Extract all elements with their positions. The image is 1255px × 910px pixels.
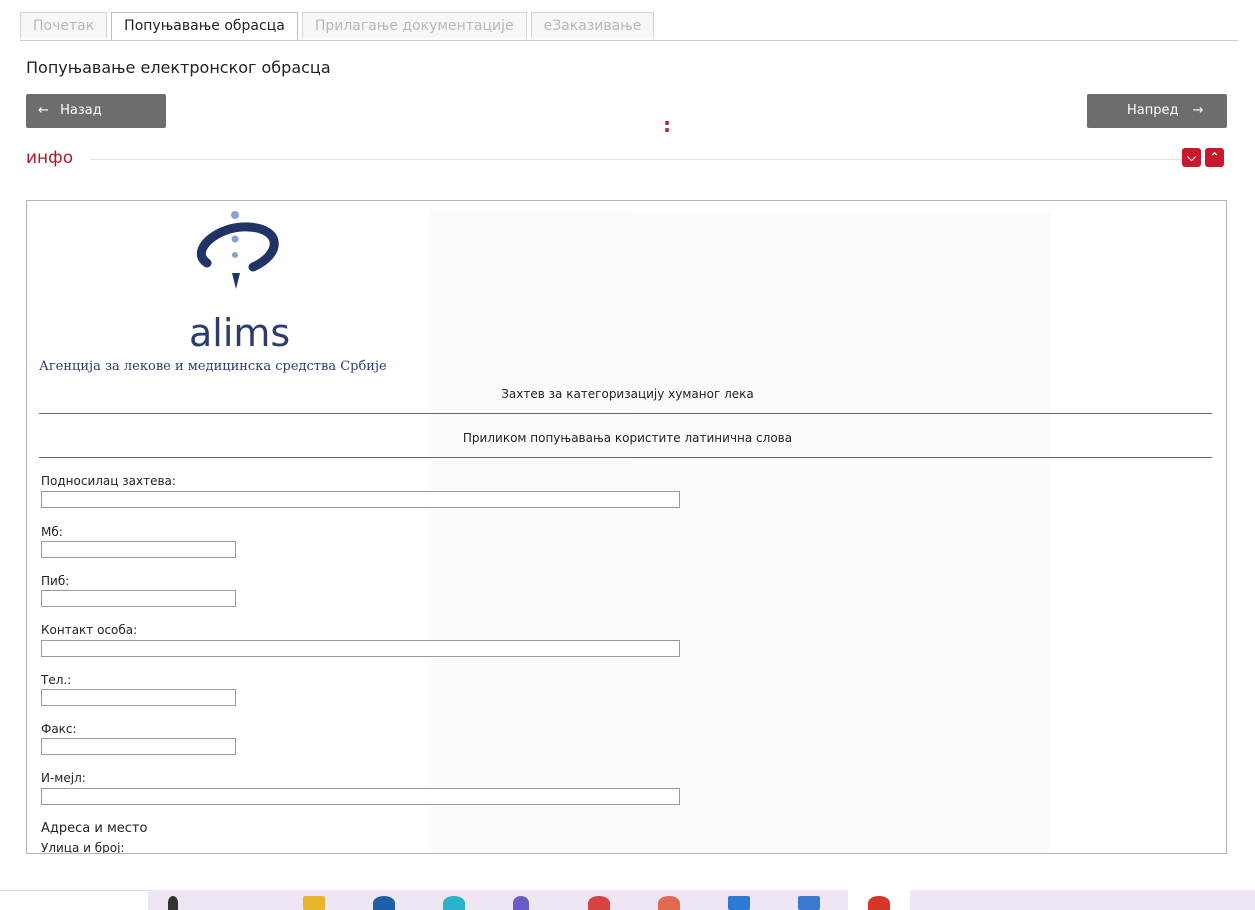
applicant-label: Подносилац захтева: xyxy=(41,474,176,488)
app-icon[interactable] xyxy=(588,896,610,910)
tab-bar: Почетак Попуњавање обрасца Прилагање док… xyxy=(20,12,655,41)
chevron-down-icon[interactable]: ⌵ xyxy=(1182,148,1201,167)
taskbar-divider xyxy=(0,890,148,891)
store-icon[interactable] xyxy=(373,896,395,910)
divider xyxy=(39,457,1212,458)
email-label: И-мејл: xyxy=(41,771,86,785)
agency-name: Агенција за лекове и медицинска средства… xyxy=(39,359,387,374)
app-icon[interactable] xyxy=(798,896,820,910)
info-section-title: инфо xyxy=(26,148,74,168)
background-shade xyxy=(631,211,1051,853)
taskbar-strip xyxy=(148,890,1255,910)
search-icon[interactable] xyxy=(168,896,178,910)
alims-logo: alims xyxy=(39,211,431,355)
arrow-left-icon: ← xyxy=(38,103,49,118)
tab-divider xyxy=(20,40,1239,41)
mb-field[interactable] xyxy=(41,541,236,558)
edge-icon[interactable] xyxy=(443,896,465,910)
back-button-label: Назад xyxy=(60,103,102,118)
logo-wordmark: alims xyxy=(189,311,291,355)
back-button[interactable]: ← Назад xyxy=(26,94,166,128)
tab-start[interactable]: Почетак xyxy=(20,12,108,38)
divider xyxy=(39,413,1212,414)
pib-label: Пиб: xyxy=(41,574,70,588)
mb-label: Мб: xyxy=(41,525,63,539)
form-title: Захтев за категоризацију хуманог лека xyxy=(501,387,754,401)
street-label: Улица и број: xyxy=(41,841,125,854)
teams-icon[interactable] xyxy=(513,896,529,910)
taskbar xyxy=(0,890,1255,910)
next-button[interactable]: Напред → xyxy=(1087,94,1227,128)
background-shade xyxy=(431,211,631,853)
tab-fill-form[interactable]: Попуњавање обрасца xyxy=(111,12,298,41)
form-note: Приликом попуњавања користите латинична … xyxy=(462,431,793,445)
address-section-title: Адреса и место xyxy=(41,821,148,836)
form-document: alims Агенција за лекове и медицинска ср… xyxy=(26,200,1227,854)
fax-label: Факс: xyxy=(41,722,77,736)
email-field[interactable] xyxy=(41,788,680,805)
contact-person-field[interactable] xyxy=(41,640,680,657)
page-title: Попуњавање електронског обрасца xyxy=(26,58,331,77)
folder-icon[interactable] xyxy=(303,896,325,910)
app-icon[interactable] xyxy=(728,896,750,910)
phone-label: Тел.: xyxy=(41,673,72,687)
fax-field[interactable] xyxy=(41,738,236,755)
chevron-up-icon[interactable]: ⌃ xyxy=(1205,148,1224,167)
tab-attach-documents[interactable]: Прилагање документације xyxy=(301,12,527,38)
tab-e-scheduling[interactable]: еЗаказивање xyxy=(530,12,655,38)
loading-indicator: : xyxy=(663,113,671,137)
contact-person-label: Контакт особа: xyxy=(41,623,138,637)
pib-field[interactable] xyxy=(41,590,236,607)
acrobat-icon[interactable] xyxy=(868,896,890,910)
info-divider xyxy=(90,159,1195,160)
phone-field[interactable] xyxy=(41,689,236,706)
next-button-label: Напред xyxy=(1127,103,1179,118)
arrow-right-icon: → xyxy=(1192,103,1204,118)
applicant-field[interactable] xyxy=(41,491,680,508)
app-icon[interactable] xyxy=(658,896,680,910)
